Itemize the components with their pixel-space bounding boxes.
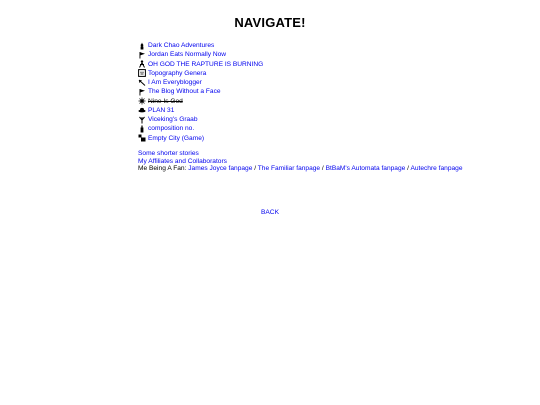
list-item: PLAN 31 <box>138 106 263 115</box>
list-item: composition no. <box>138 124 263 133</box>
fanpage-link-james-joyce[interactable]: James Joyce fanpage <box>188 165 252 172</box>
story-link-topography-genera[interactable]: Topography Genera <box>148 69 206 78</box>
arrow-icon <box>138 79 146 87</box>
story-link-dark-chao-adventures[interactable]: Dark Chao Adventures <box>148 41 214 50</box>
story-link-jordan-eats-normally-now[interactable]: Jordan Eats Normally Now <box>148 50 226 59</box>
page-title: NAVIGATE! <box>234 15 306 30</box>
back-link[interactable]: BACK <box>261 209 279 216</box>
story-link-plan-31[interactable]: PLAN 31 <box>148 106 174 115</box>
story-link-empty-city-game[interactable]: Empty City (Game) <box>148 134 204 143</box>
bottle-icon <box>138 125 146 133</box>
list-item: Viceking's Graab <box>138 115 263 124</box>
list-item: Topography Genera <box>138 69 263 78</box>
framed-face-icon <box>138 69 146 78</box>
story-link-the-blog-without-a-face[interactable]: The Blog Without a Face <box>148 87 221 96</box>
fork-icon <box>138 116 146 124</box>
flag-icon <box>138 51 146 59</box>
list-item: Dark Chao Adventures <box>138 41 263 50</box>
fanpage-line: Me Being A Fan: James Joyce fanpage / Th… <box>138 165 463 173</box>
affiliates-link[interactable]: My Affiliates and Collaborators <box>138 158 227 165</box>
star-burst-icon <box>138 97 146 105</box>
fanpage-link-autechre[interactable]: Autechre fanpage <box>410 165 462 172</box>
fanpage-link-the-familiar[interactable]: The Familiar fanpage <box>258 165 320 172</box>
chao-icon <box>138 42 146 50</box>
story-link-i-am-everyblogger[interactable]: I Am Everyblogger <box>148 78 202 87</box>
list-item: Nine Is God <box>138 97 263 106</box>
extra-links: Some shorter stories My Affiliates and C… <box>138 150 463 173</box>
list-item: Empty City (Game) <box>138 134 263 143</box>
fanpage-prefix: Me Being A Fan: <box>138 165 187 173</box>
list-item: Jordan Eats Normally Now <box>138 50 263 59</box>
blocks-icon <box>138 134 146 142</box>
figure-icon <box>138 60 146 68</box>
ufo-icon <box>138 106 146 114</box>
story-link-oh-god-the-rapture-is-burning[interactable]: OH GOD THE RAPTURE IS BURNING <box>148 60 263 69</box>
story-list: Dark Chao Adventures Jordan Eats Normall… <box>138 41 263 143</box>
story-link-vicekings-graab[interactable]: Viceking's Graab <box>148 115 198 124</box>
flag-icon <box>138 88 146 96</box>
list-item: I Am Everyblogger <box>138 78 263 87</box>
back-container: BACK <box>0 209 540 217</box>
list-item: OH GOD THE RAPTURE IS BURNING <box>138 60 263 69</box>
fanpage-link-btbam-automata[interactable]: BtBaM's Automata fanpage <box>326 165 406 172</box>
list-item: The Blog Without a Face <box>138 87 263 96</box>
story-link-composition-no[interactable]: composition no. <box>148 124 194 133</box>
shorter-stories-link[interactable]: Some shorter stories <box>138 150 199 157</box>
story-link-nine-is-god[interactable]: Nine Is God <box>148 97 183 106</box>
